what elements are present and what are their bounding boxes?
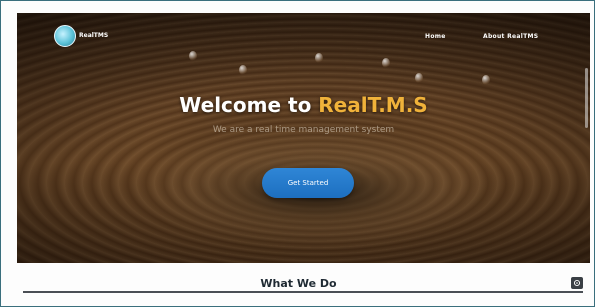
water-droplet-icon (239, 65, 247, 75)
section-divider (23, 291, 583, 293)
back-to-top-icon (573, 279, 581, 287)
get-started-button[interactable]: Get Started (262, 168, 354, 198)
water-droplet-icon (482, 75, 490, 85)
nav-link-home[interactable]: Home (425, 33, 446, 40)
water-droplet-icon (315, 53, 323, 63)
back-to-top-button[interactable] (571, 277, 583, 289)
hero-banner: RealTMS Home About RealTMS Welcome to Re… (17, 13, 590, 263)
water-droplet-icon (382, 58, 390, 68)
section-title-what-we-do: What We Do (260, 277, 337, 290)
nav-link-about[interactable]: About RealTMS (483, 33, 538, 40)
navbar: RealTMS Home About RealTMS (17, 13, 590, 53)
water-droplet-icon (415, 73, 423, 83)
water-drop-logo-icon[interactable] (54, 25, 76, 47)
hero-title-prefix: Welcome to (179, 93, 319, 117)
hero-title-brand: RealT.M.S (318, 93, 428, 117)
hero-subtitle: We are a real time management system (212, 125, 395, 135)
hero-title: Welcome to RealT.M.S (17, 93, 590, 117)
logo-text[interactable]: RealTMS (79, 32, 108, 39)
page-frame: RealTMS Home About RealTMS Welcome to Re… (0, 0, 595, 307)
